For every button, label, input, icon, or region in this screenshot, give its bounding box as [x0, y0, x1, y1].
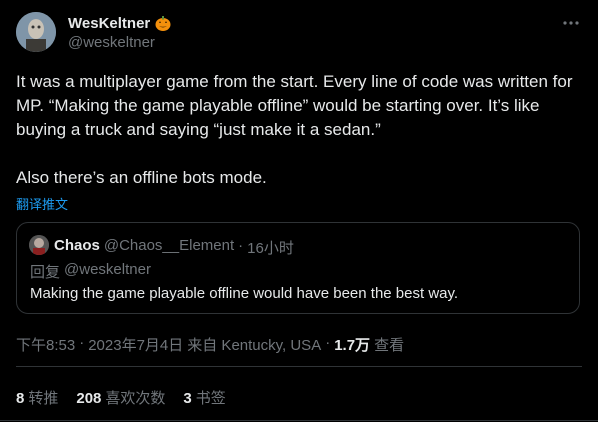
quote-author-avatar [29, 235, 49, 255]
tweet-date[interactable]: 2023年7月4日 [88, 334, 183, 355]
tweet-location: 来自 Kentucky, USA [187, 337, 322, 354]
quote-author-name: Chaos [54, 237, 100, 254]
tweet-text: It was a multiplayer game from the start… [16, 72, 573, 187]
meta-separator: · [325, 334, 331, 351]
engagement-stats: 8 转推 208 喜欢次数 3 书签 [16, 387, 226, 408]
likes-stat[interactable]: 208 喜欢次数 [76, 387, 165, 408]
view-count: 1.7万 [334, 337, 371, 354]
tweet-meta: 下午8:53 · 2023年7月4日 来自 Kentucky, USA · 1.… [16, 334, 404, 355]
quote-avatar-image [29, 235, 49, 255]
retweet-count: 8 [16, 390, 25, 407]
retweet-label: 转推 [28, 390, 59, 407]
divider [0, 420, 598, 421]
quote-author-handle: @Chaos__Element [103, 237, 235, 254]
bookmark-count: 3 [183, 390, 192, 407]
tweet-time[interactable]: 下午8:53 [16, 334, 75, 355]
pumpkin-icon [154, 14, 172, 32]
author-display-name[interactable]: WesKeltner [68, 15, 150, 32]
author-avatar[interactable] [16, 12, 56, 52]
quoted-tweet[interactable]: Chaos @Chaos__Element · 16小时 回复 @weskelt… [16, 222, 580, 314]
quote-reply-prefix: 回复 [30, 264, 61, 281]
avatar-image [16, 12, 56, 52]
view-label: 查看 [374, 337, 405, 354]
quote-header: Chaos @Chaos__Element · 16小时 [54, 237, 294, 258]
author-handle[interactable]: @weskeltner [68, 34, 155, 51]
bookmarks-stat[interactable]: 3 书签 [183, 387, 225, 408]
more-options-icon[interactable] [560, 12, 582, 34]
quote-separator: · [238, 237, 244, 254]
retweets-stat[interactable]: 8 转推 [16, 387, 58, 408]
author-name-row: WesKeltner [68, 14, 172, 32]
like-count: 208 [76, 390, 102, 407]
quote-reply-handle: @weskeltner [64, 261, 151, 278]
divider [16, 366, 582, 367]
meta-separator: · [79, 334, 85, 351]
like-label: 喜欢次数 [105, 390, 166, 407]
bookmark-label: 书签 [195, 390, 226, 407]
quote-reply-context: 回复 @weskeltner [30, 261, 151, 282]
quote-time: 16小时 [247, 240, 294, 257]
translate-tweet-link[interactable]: 翻译推文 [16, 194, 68, 213]
quote-text: Making the game playable offline would h… [30, 285, 459, 302]
